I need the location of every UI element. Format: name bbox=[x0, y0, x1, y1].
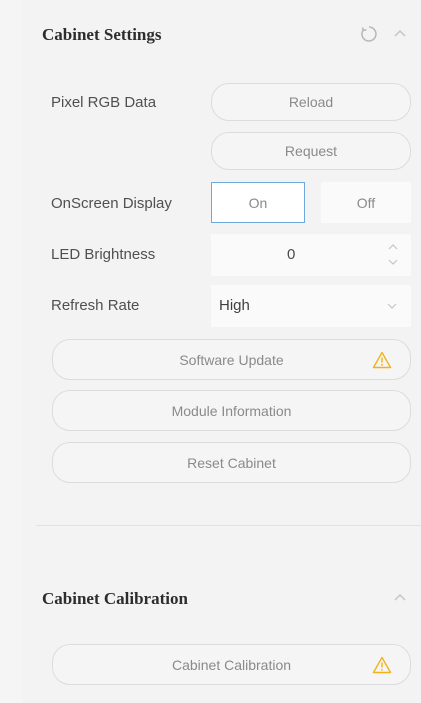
cabinet-calibration-button[interactable]: Cabinet Calibration bbox=[52, 644, 411, 685]
section-divider bbox=[36, 525, 421, 526]
reset-cabinet-button[interactable]: Reset Cabinet bbox=[52, 442, 411, 483]
osd-on-toggle[interactable]: On bbox=[211, 182, 305, 223]
spin-up-chevron-up-icon[interactable] bbox=[386, 241, 400, 253]
software-update-label: Software Update bbox=[179, 351, 284, 368]
reload-button[interactable]: Reload bbox=[211, 83, 411, 121]
spin-down-chevron-down-icon[interactable] bbox=[386, 256, 400, 268]
collapse-chevron-up-icon[interactable] bbox=[391, 25, 409, 43]
calibration-collapse-chevron-up-icon[interactable] bbox=[391, 589, 409, 607]
cabinet-settings-title: Cabinet Settings bbox=[42, 25, 162, 44]
brightness-value: 0 bbox=[287, 246, 296, 263]
request-button[interactable]: Request bbox=[211, 132, 411, 170]
refresh-rate-select[interactable]: High bbox=[211, 285, 411, 327]
cabinet-calibration-title: Cabinet Calibration bbox=[42, 589, 188, 608]
cabinet-calibration-label: Cabinet Calibration bbox=[171, 656, 292, 673]
calibration-warning-icon bbox=[371, 655, 393, 675]
brightness-stepper[interactable]: 0 bbox=[211, 234, 411, 276]
refresh-rate-value: High bbox=[219, 297, 250, 314]
pixel-rgb-data-label: Pixel RGB Data bbox=[51, 94, 157, 111]
onscreen-display-label: OnScreen Display bbox=[51, 195, 172, 212]
led-brightness-label: LED Brightness bbox=[51, 246, 156, 263]
refresh-icon[interactable] bbox=[358, 23, 380, 45]
software-update-button[interactable]: Software Update bbox=[52, 339, 411, 380]
warning-icon bbox=[371, 350, 393, 370]
dropdown-chevron-down-icon bbox=[385, 300, 399, 312]
module-information-button[interactable]: Module Information bbox=[52, 390, 411, 431]
osd-off-toggle[interactable]: Off bbox=[321, 182, 411, 223]
refresh-rate-label: Refresh Rate bbox=[51, 297, 140, 314]
